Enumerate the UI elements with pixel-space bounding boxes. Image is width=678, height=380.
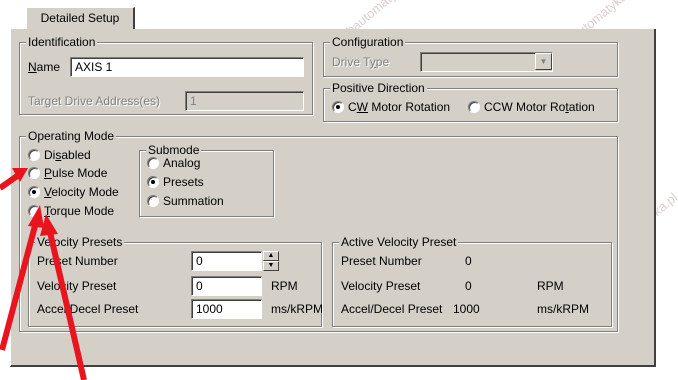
arrow-head-velocity-mode: [28, 205, 44, 228]
annotation-arrows: [0, 168, 87, 380]
arrow-to-velocity-mode: [0, 221, 39, 351]
arrow-to-torque-mode: [47, 231, 87, 380]
